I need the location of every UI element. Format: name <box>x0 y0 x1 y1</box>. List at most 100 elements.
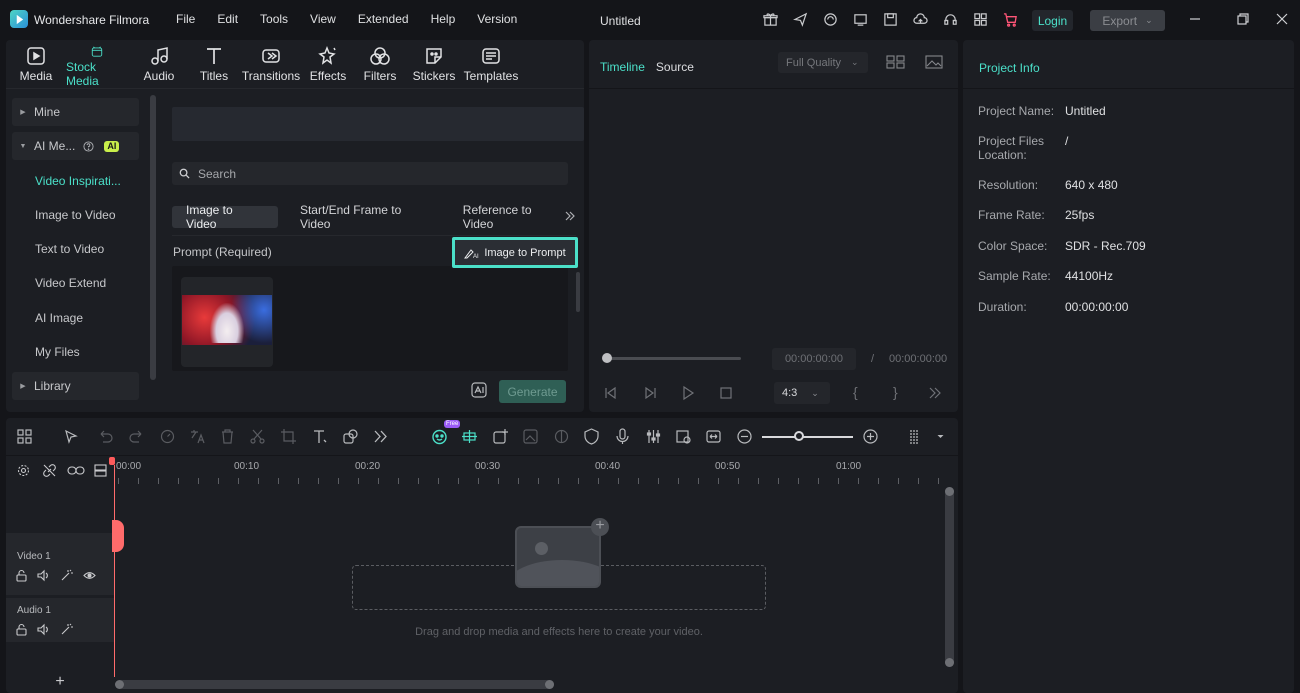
delete-icon[interactable] <box>219 428 236 445</box>
select-cursor-icon[interactable] <box>63 428 80 445</box>
shopping-cart-icon[interactable] <box>1002 11 1019 28</box>
unlink-icon[interactable] <box>43 464 56 477</box>
restore-icon[interactable] <box>1236 12 1250 26</box>
time-ruler[interactable]: 00:00 00:10 00:20 00:30 00:40 00:50 01:0… <box>116 456 958 486</box>
image-to-prompt-button[interactable]: AI Image to Prompt <box>452 237 578 268</box>
speaker-icon[interactable] <box>37 569 50 582</box>
timeline-horizontal-scrollbar[interactable] <box>118 680 554 689</box>
zoom-in-icon[interactable] <box>862 428 879 445</box>
apps-grid-icon[interactable] <box>972 11 989 28</box>
stop-icon[interactable] <box>718 385 734 401</box>
sidebar-item-library[interactable]: ▶ Library <box>12 372 139 400</box>
sidebar-item-video-extend[interactable]: Video Extend <box>12 269 139 297</box>
menu-version[interactable]: Version <box>477 12 517 26</box>
minimize-icon[interactable] <box>1188 12 1202 26</box>
sidebar-scrollbar[interactable] <box>150 95 156 380</box>
translate-icon[interactable] <box>189 428 206 445</box>
auto-reframe-icon[interactable] <box>461 428 478 445</box>
scrollbar-knob[interactable] <box>945 658 954 667</box>
search-input[interactable]: Search <box>172 162 568 185</box>
preview-progress-bar[interactable] <box>605 357 741 360</box>
menu-file[interactable]: File <box>176 12 195 26</box>
close-icon[interactable] <box>1275 12 1289 26</box>
fit-icon[interactable] <box>705 428 722 445</box>
image-edit-icon[interactable] <box>522 428 539 445</box>
tab-stock-media[interactable]: Stock Media <box>66 40 128 88</box>
lock-icon[interactable] <box>15 569 28 582</box>
playhead-handle[interactable] <box>109 457 115 465</box>
zoom-out-icon[interactable] <box>736 428 753 445</box>
headset-icon[interactable] <box>942 11 959 28</box>
speaker-icon[interactable] <box>37 623 50 636</box>
sidebar-item-text-to-video[interactable]: Text to Video <box>12 235 139 263</box>
export-button[interactable]: Export ⌄ <box>1090 10 1165 31</box>
aspect-ratio-select[interactable]: 4:3 ⌄ <box>774 382 830 404</box>
double-chevron-right-icon[interactable] <box>372 428 389 445</box>
send-icon[interactable] <box>792 11 809 28</box>
tab-titles[interactable]: Titles <box>190 40 238 88</box>
menu-view[interactable]: View <box>310 12 336 26</box>
shield-icon[interactable] <box>583 428 600 445</box>
prompt-scrollbar[interactable] <box>576 272 580 312</box>
snapshot-image-icon[interactable] <box>924 54 944 70</box>
shapes-icon[interactable] <box>342 428 359 445</box>
next-frame-icon[interactable] <box>642 385 658 401</box>
speed-icon[interactable] <box>159 428 176 445</box>
magic-wand-icon[interactable] <box>60 569 73 582</box>
ai-assist-icon[interactable] <box>470 381 488 399</box>
tab-start-end-frame[interactable]: Start/End Frame to Video <box>286 203 445 231</box>
login-button[interactable]: Login <box>1032 10 1073 31</box>
tab-reference-to-video[interactable]: Reference to Video <box>453 203 576 231</box>
tab-audio[interactable]: Audio <box>128 40 190 88</box>
add-clip-icon[interactable] <box>492 428 509 445</box>
sidebar-item-video-inspiration[interactable]: Video Inspirati... <box>12 167 139 195</box>
play-icon[interactable] <box>680 385 696 401</box>
sidebar-item-mine[interactable]: ▶ Mine <box>12 98 139 126</box>
scrollbar-knob[interactable] <box>945 487 954 496</box>
tab-filters[interactable]: Filters <box>352 40 408 88</box>
playhead-grab-tab[interactable] <box>112 520 124 552</box>
sidebar-item-image-to-video[interactable]: Image to Video <box>12 201 139 229</box>
lock-icon[interactable] <box>15 623 28 636</box>
menu-edit[interactable]: Edit <box>217 12 238 26</box>
monitor-icon[interactable] <box>852 11 869 28</box>
playhead[interactable] <box>114 465 115 677</box>
mark-out-icon[interactable]: } <box>893 384 898 400</box>
eye-icon[interactable] <box>83 569 96 582</box>
video-track-header[interactable] <box>6 533 114 595</box>
tab-templates[interactable]: Templates <box>460 40 522 88</box>
microphone-icon[interactable] <box>614 428 631 445</box>
track-manager-icon[interactable] <box>94 464 107 477</box>
scene-detect-icon[interactable] <box>675 428 692 445</box>
undo-icon[interactable] <box>97 428 114 445</box>
caret-down-icon[interactable] <box>932 428 944 445</box>
scrollbar-knob[interactable] <box>115 680 124 689</box>
tab-image-to-video[interactable]: Image to Video <box>172 203 278 231</box>
tab-stickers[interactable]: Stickers <box>408 40 460 88</box>
scrollbar-knob[interactable] <box>545 680 554 689</box>
mark-in-icon[interactable]: { <box>853 384 858 400</box>
ai-mascot-icon[interactable] <box>431 428 448 445</box>
redo-icon[interactable] <box>128 428 145 445</box>
gift-icon[interactable] <box>762 11 779 28</box>
sidebar-item-ai-media[interactable]: ▼ AI Me... AI <box>12 132 139 160</box>
timeline-vertical-scrollbar[interactable] <box>945 487 954 667</box>
tab-effects[interactable]: Effects <box>304 40 352 88</box>
layout-grid-icon[interactable] <box>16 428 33 445</box>
menu-help[interactable]: Help <box>431 12 456 26</box>
cloud-upload-icon[interactable] <box>912 11 929 28</box>
zoom-slider-knob[interactable] <box>794 431 804 441</box>
tab-timeline[interactable]: Timeline <box>600 60 645 74</box>
help-circle-icon[interactable] <box>83 140 94 152</box>
sidebar-item-my-files[interactable]: My Files <box>12 338 139 366</box>
color-match-icon[interactable] <box>553 428 570 445</box>
magic-wand-icon[interactable] <box>60 623 73 636</box>
tab-source[interactable]: Source <box>656 60 694 74</box>
quality-select[interactable]: Full Quality ⌄ <box>778 52 868 73</box>
double-chevron-right-icon[interactable] <box>927 385 943 401</box>
menu-tools[interactable]: Tools <box>260 12 288 26</box>
zoom-slider[interactable] <box>762 436 853 438</box>
link-icon[interactable] <box>67 464 85 477</box>
uploaded-image-thumbnail[interactable] <box>181 277 273 367</box>
text-tool-icon[interactable] <box>311 428 328 445</box>
